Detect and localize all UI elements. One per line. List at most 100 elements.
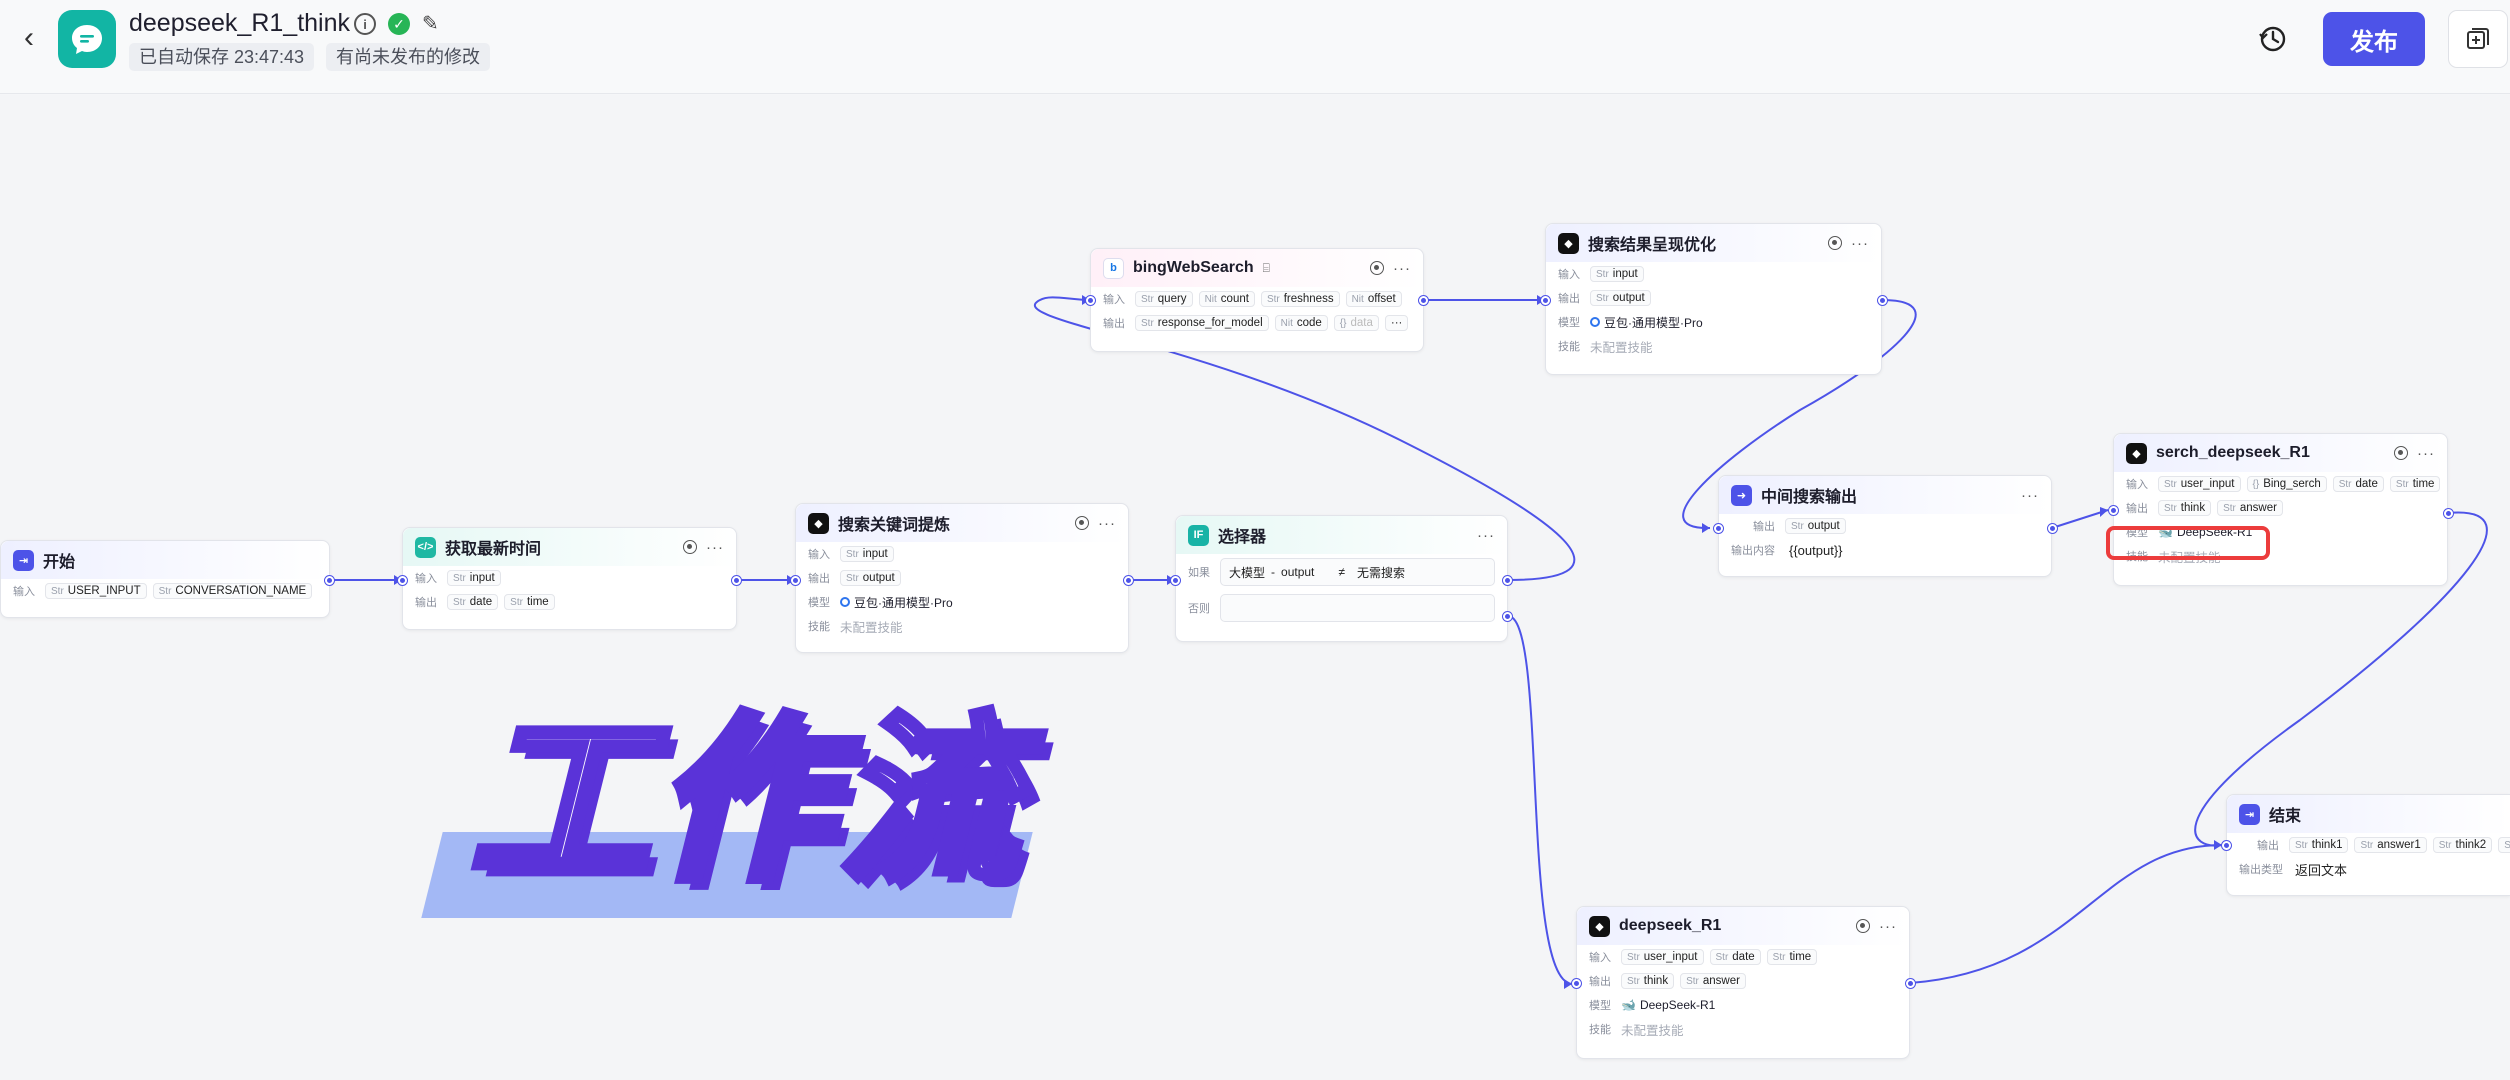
output-port[interactable] [732, 576, 741, 585]
output-port[interactable] [1878, 296, 1887, 305]
output-label: 输出 [808, 573, 830, 585]
autosave-status: 已自动保存 23:47:43 [129, 43, 315, 71]
param-tag: Str query [1135, 291, 1193, 307]
more-icon[interactable]: ··· [1393, 260, 1411, 277]
param-tag: {} data [1333, 315, 1379, 331]
input-port[interactable] [2109, 506, 2118, 515]
debug-icon[interactable] [1075, 516, 1089, 530]
model-label: 模型 [1589, 1000, 1611, 1012]
workflow-title: deepseek_R1_think [129, 9, 350, 37]
output-port[interactable] [1906, 979, 1915, 988]
node-get-time[interactable]: </> 获取最新时间 ··· 输入 Str input 输出 Str date St… [402, 527, 737, 630]
param-tag: Str response_for_model [1135, 315, 1269, 331]
model-value: 豆包·通用模型·Pro [840, 594, 953, 611]
debug-icon[interactable] [1828, 236, 1842, 250]
debug-icon[interactable] [683, 540, 697, 554]
publish-button[interactable]: 发布 [2323, 12, 2425, 66]
input-port[interactable] [1086, 296, 1095, 305]
node-start[interactable]: ⇥ 开始 输入 Str USER_INPUT Str CONVERSATION_NA… [0, 540, 330, 618]
param-tag: Str freshness [1260, 291, 1340, 307]
output-port[interactable] [1124, 576, 1133, 585]
node-start-title: 开始 [43, 554, 76, 571]
debug-icon[interactable] [2394, 446, 2408, 460]
back-arrow-icon[interactable]: ‹ [14, 23, 44, 54]
param-tag: Nit count [1198, 291, 1255, 307]
else-box[interactable] [1220, 594, 1495, 622]
param-tag: Str time [1766, 949, 1818, 965]
param-tag: Str time [504, 594, 555, 610]
input-port[interactable] [1572, 979, 1581, 988]
node-result-optimize[interactable]: ◆ 搜索结果呈现优化 ··· 输入 Str input 输出 Str output … [1545, 223, 1882, 375]
param-tag: Stran [2498, 837, 2510, 853]
more-icon[interactable]: ··· [1098, 515, 1116, 532]
else-port[interactable] [1503, 612, 1512, 621]
input-label: 输入 [415, 573, 437, 585]
more-params-icon[interactable]: ··· [1384, 315, 1409, 331]
skill-label: 技能 [808, 621, 830, 633]
condition-box[interactable]: 大模型 - output ≠ 无需搜索 [1220, 558, 1495, 586]
end-node-icon: ⇥ [2239, 803, 2260, 825]
bing-icon: b [1103, 257, 1124, 279]
output-label: 输出 [1753, 521, 1775, 533]
more-icon[interactable]: ··· [1851, 235, 1869, 252]
param-tag: Str answer [1680, 973, 1746, 989]
output-port[interactable] [2444, 509, 2453, 518]
node-serch-deepseek[interactable]: ◆ serch_deepseek_R1 ··· 输入 Str user_input… [2113, 433, 2448, 586]
node-keyword-extract[interactable]: ◆ 搜索关键词提炼 ··· 输入 Str input 输出 Str output 模… [795, 503, 1129, 653]
output-port[interactable] [1419, 296, 1428, 305]
input-label: 输入 [2126, 479, 2148, 491]
content-value: {{output}} [1789, 542, 1843, 558]
param-tag: Str input [1590, 266, 1644, 282]
more-icon[interactable]: ··· [2417, 445, 2435, 462]
input-port[interactable] [1714, 524, 1723, 533]
skill-value: 未配置技能 [1621, 1023, 1684, 1038]
history-icon[interactable] [2254, 20, 2292, 58]
output-label: 输出 [1589, 976, 1611, 988]
output-port[interactable] [325, 576, 334, 585]
param-tag: Str think [1621, 973, 1675, 989]
param-tag: Str user_input [2158, 476, 2241, 492]
node-bing-search[interactable]: b bingWebSearch ⌸ ··· 输入 Str query Nit cou… [1090, 248, 1424, 352]
node-bing-title: bingWebSearch [1133, 259, 1254, 276]
node-optimize-title: 搜索结果呈现优化 [1588, 237, 1717, 254]
param-tag: Str USER_INPUT [45, 583, 147, 599]
node-get-time-title: 获取最新时间 [445, 541, 542, 558]
output-type-value: 返回文本 [2295, 862, 2348, 878]
param-tag: {} Bing_serch [2246, 476, 2327, 492]
node-selector[interactable]: IF 选择器 ··· 如果 大模型 - output ≠ 无需搜索 否则 [1175, 515, 1508, 642]
edit-icon[interactable]: ✎ [422, 13, 444, 35]
more-icon[interactable]: ··· [1477, 527, 1495, 544]
node-end[interactable]: ⇥ 结束 输出 Str think1 Str answer1 Str think2 S… [2226, 794, 2510, 896]
cond-var: output [1281, 565, 1315, 579]
add-node-icon[interactable] [2448, 10, 2508, 68]
llm-icon: ◆ [1589, 915, 1610, 937]
input-port[interactable] [1541, 296, 1550, 305]
more-icon[interactable]: ··· [1879, 918, 1897, 935]
debug-icon[interactable] [1856, 919, 1870, 933]
title-icons: i ✓ ✎ [354, 13, 444, 35]
param-tag: Str output [1590, 290, 1651, 306]
input-port[interactable] [398, 576, 407, 585]
output-label: 输出 [1103, 318, 1125, 330]
input-port[interactable] [791, 576, 800, 585]
skill-label: 技能 [1589, 1024, 1611, 1036]
cond-right: 无需搜索 [1356, 565, 1405, 580]
output-port[interactable] [2048, 524, 2057, 533]
param-tag: Str think1 [2289, 837, 2349, 853]
input-label: 输入 [13, 586, 35, 598]
param-tag: Str CONVERSATION_NAME [152, 583, 313, 599]
if-port[interactable] [1503, 576, 1512, 585]
more-icon[interactable]: ··· [2021, 487, 2039, 504]
more-icon[interactable]: ··· [706, 539, 724, 556]
output-label: 输出 [1558, 293, 1580, 305]
highlight-box [2106, 526, 2270, 560]
doubao-icon [840, 597, 850, 607]
input-port[interactable] [2222, 841, 2231, 850]
param-tag: Str time [2389, 476, 2441, 492]
skill-label: 技能 [1558, 341, 1580, 353]
info-icon[interactable]: i [354, 13, 376, 35]
node-mid-output[interactable]: ➜ 中间搜索输出 ··· 输出 Str output 输出内容 {{output}… [1718, 475, 2052, 577]
node-deepseek[interactable]: ◆ deepseek_R1 ··· 输入 Str user_input Str da… [1576, 906, 1910, 1059]
input-port[interactable] [1171, 576, 1180, 585]
debug-icon[interactable] [1370, 261, 1384, 275]
